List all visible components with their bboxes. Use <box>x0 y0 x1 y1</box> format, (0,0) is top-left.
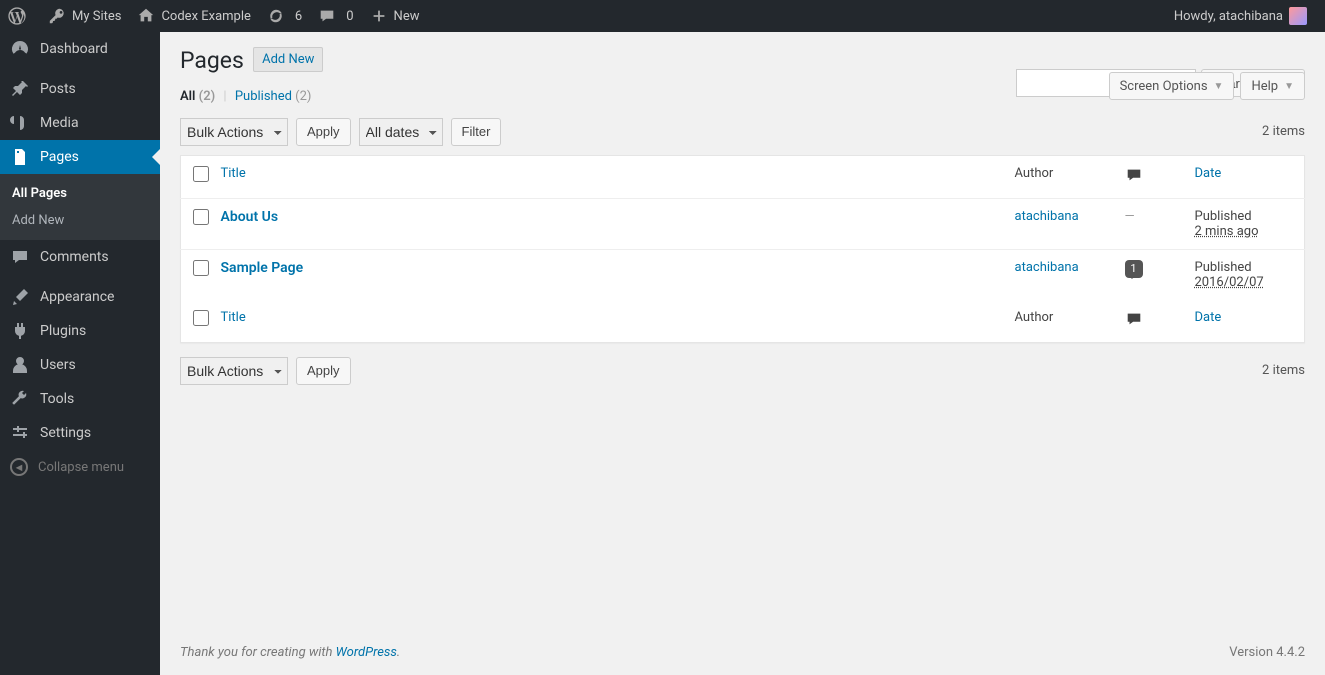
row-date: 2016/02/07 <box>1195 275 1264 290</box>
chevron-down-icon: ▼ <box>1214 81 1224 92</box>
plug-icon <box>10 321 30 341</box>
row-checkbox[interactable] <box>193 209 209 225</box>
submenu-all-pages[interactable]: All Pages <box>0 180 160 207</box>
new-content[interactable]: New <box>362 0 428 32</box>
updates[interactable]: 6 <box>259 0 310 32</box>
menu-plugins[interactable]: Plugins <box>0 314 160 348</box>
account[interactable]: Howdy, atachibana <box>1166 0 1315 32</box>
version-text: Version 4.4.2 <box>1229 645 1305 660</box>
select-all-bottom[interactable] <box>193 310 209 326</box>
wrench-icon <box>10 389 30 409</box>
site-name[interactable]: Codex Example <box>129 0 258 32</box>
main-content: Screen Options▼ Help▼ Pages Add New All … <box>160 32 1325 675</box>
table-row: About Us atachibana — Published2 mins ag… <box>181 199 1305 250</box>
row-checkbox[interactable] <box>193 260 209 276</box>
collapse-menu[interactable]: ◄Collapse menu <box>0 450 160 484</box>
comments-icon[interactable] <box>1125 310 1143 332</box>
row-status: Published <box>1195 260 1252 275</box>
item-count: 2 items <box>1262 124 1305 139</box>
col-author: Author <box>1005 156 1115 199</box>
row-author-link[interactable]: atachibana <box>1015 260 1079 275</box>
wordpress-icon <box>8 7 26 25</box>
menu-appearance[interactable]: Appearance <box>0 280 160 314</box>
brush-icon <box>10 287 30 307</box>
media-icon <box>10 113 30 133</box>
row-status: Published <box>1195 209 1252 224</box>
filter-button[interactable]: Filter <box>451 118 502 146</box>
user-icon <box>10 355 30 375</box>
menu-posts[interactable]: Posts <box>0 72 160 106</box>
refresh-icon <box>267 7 285 25</box>
screen-options-button[interactable]: Screen Options▼ <box>1109 72 1235 100</box>
row-author-link[interactable]: atachibana <box>1015 209 1079 224</box>
menu-settings[interactable]: Settings <box>0 416 160 450</box>
bulk-actions-select-bottom[interactable]: Bulk Actions <box>180 357 288 385</box>
select-all-top[interactable] <box>193 166 209 182</box>
bulk-actions-select-top[interactable]: Bulk Actions <box>180 118 288 146</box>
no-comments: — <box>1125 209 1135 224</box>
filter-all[interactable]: All (2) <box>180 89 215 104</box>
menu-users[interactable]: Users <box>0 348 160 382</box>
wp-logo[interactable] <box>0 0 40 32</box>
comments-menu[interactable]: 0 <box>310 0 361 32</box>
gauge-icon <box>10 39 30 59</box>
admin-footer: Thank you for creating with WordPress. V… <box>160 630 1325 675</box>
pages-icon <box>10 147 30 167</box>
key-icon <box>48 7 66 25</box>
col-title[interactable]: Title <box>221 166 246 181</box>
sliders-icon <box>10 423 30 443</box>
table-row: Sample Page atachibana 1 Published2016/0… <box>181 250 1305 301</box>
add-new-button[interactable]: Add New <box>253 47 323 72</box>
wordpress-link[interactable]: WordPress <box>336 645 397 660</box>
col-date[interactable]: Date <box>1195 166 1222 181</box>
item-count-bottom: 2 items <box>1262 363 1305 378</box>
apply-button-bottom[interactable]: Apply <box>296 357 351 385</box>
menu-dashboard[interactable]: Dashboard <box>0 32 160 66</box>
collapse-icon: ◄ <box>10 458 28 476</box>
apply-button-top[interactable]: Apply <box>296 118 351 146</box>
pages-table: Title Author Date About Us atachibana — … <box>180 155 1305 343</box>
admin-sidebar: Dashboard Posts Media Pages All Pages Ad… <box>0 32 160 675</box>
help-button[interactable]: Help▼ <box>1240 72 1305 100</box>
row-date: 2 mins ago <box>1195 224 1259 239</box>
menu-pages[interactable]: Pages <box>0 140 160 174</box>
col-date[interactable]: Date <box>1195 310 1222 325</box>
menu-media[interactable]: Media <box>0 106 160 140</box>
comment-count[interactable]: 1 <box>1125 260 1143 278</box>
menu-tools[interactable]: Tools <box>0 382 160 416</box>
submenu-pages: All Pages Add New <box>0 174 160 240</box>
row-title-link[interactable]: Sample Page <box>221 260 304 276</box>
chevron-down-icon: ▼ <box>1284 81 1294 92</box>
avatar <box>1289 7 1307 25</box>
home-icon <box>137 7 155 25</box>
date-filter-select[interactable]: All dates <box>359 118 443 146</box>
col-author: Author <box>1005 300 1115 343</box>
submenu-add-new[interactable]: Add New <box>0 207 160 234</box>
page-title: Pages <box>180 47 244 74</box>
my-sites[interactable]: My Sites <box>40 0 129 32</box>
comments-icon[interactable] <box>1125 166 1143 188</box>
menu-comments[interactable]: Comments <box>0 240 160 274</box>
plus-icon <box>370 7 388 25</box>
row-title-link[interactable]: About Us <box>221 209 279 225</box>
comment-icon <box>318 7 336 25</box>
comment-icon <box>10 247 30 267</box>
admin-toolbar: My Sites Codex Example 6 0 New Howdy, at… <box>0 0 1325 32</box>
filter-published[interactable]: Published (2) <box>235 89 312 104</box>
pin-icon <box>10 79 30 99</box>
col-title[interactable]: Title <box>221 310 246 325</box>
